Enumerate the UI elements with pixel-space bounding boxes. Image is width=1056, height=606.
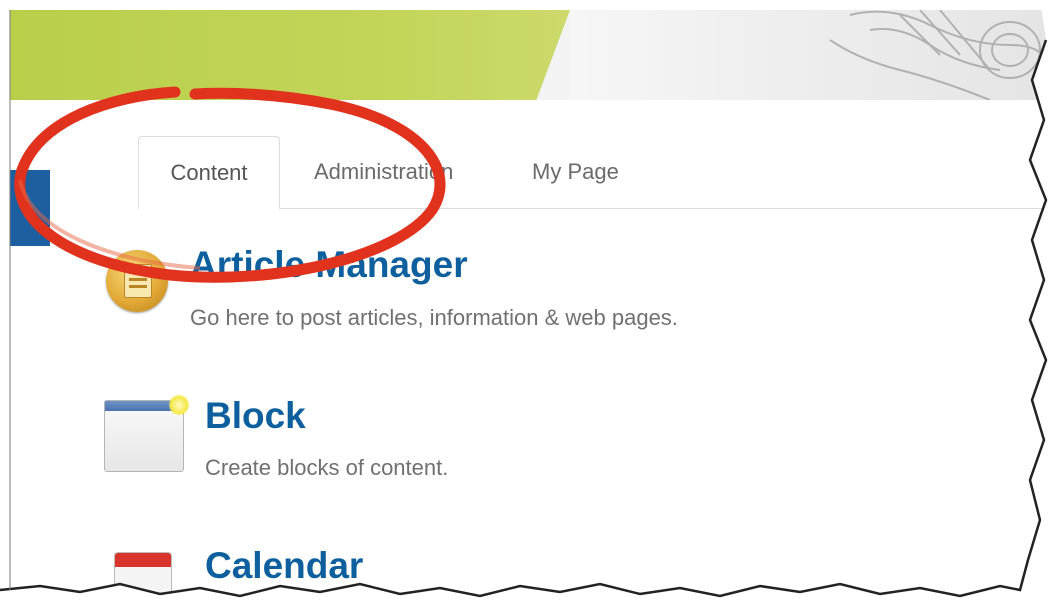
site-banner xyxy=(10,10,1056,100)
side-accent-tab[interactable] xyxy=(10,170,50,246)
tab-content[interactable]: Content xyxy=(138,136,280,209)
banner-sketch-graphic xyxy=(829,10,1051,100)
article-manager-description: Go here to post articles, information & … xyxy=(190,305,678,330)
main-tab-bar: Content Administration My Page xyxy=(138,136,1056,209)
calendar-icon[interactable] xyxy=(114,552,172,606)
document-icon xyxy=(124,264,152,298)
screenshot-frame: Content Administration My Page Article M… xyxy=(0,0,1056,606)
calendar-link[interactable]: Calendar xyxy=(205,545,363,587)
article-manager-icon[interactable] xyxy=(106,250,168,312)
banner-artwork xyxy=(570,10,1056,100)
tab-my-page[interactable]: My Page xyxy=(532,136,619,208)
sparkle-icon xyxy=(169,395,189,415)
block-icon[interactable] xyxy=(104,395,189,472)
calendar-header-band xyxy=(115,553,171,567)
block-link[interactable]: Block xyxy=(205,395,306,437)
tab-administration[interactable]: Administration xyxy=(314,136,453,208)
block-description: Create blocks of content. xyxy=(205,455,449,480)
banner-green-band xyxy=(10,10,570,100)
article-manager-link[interactable]: Article Manager xyxy=(190,244,468,286)
